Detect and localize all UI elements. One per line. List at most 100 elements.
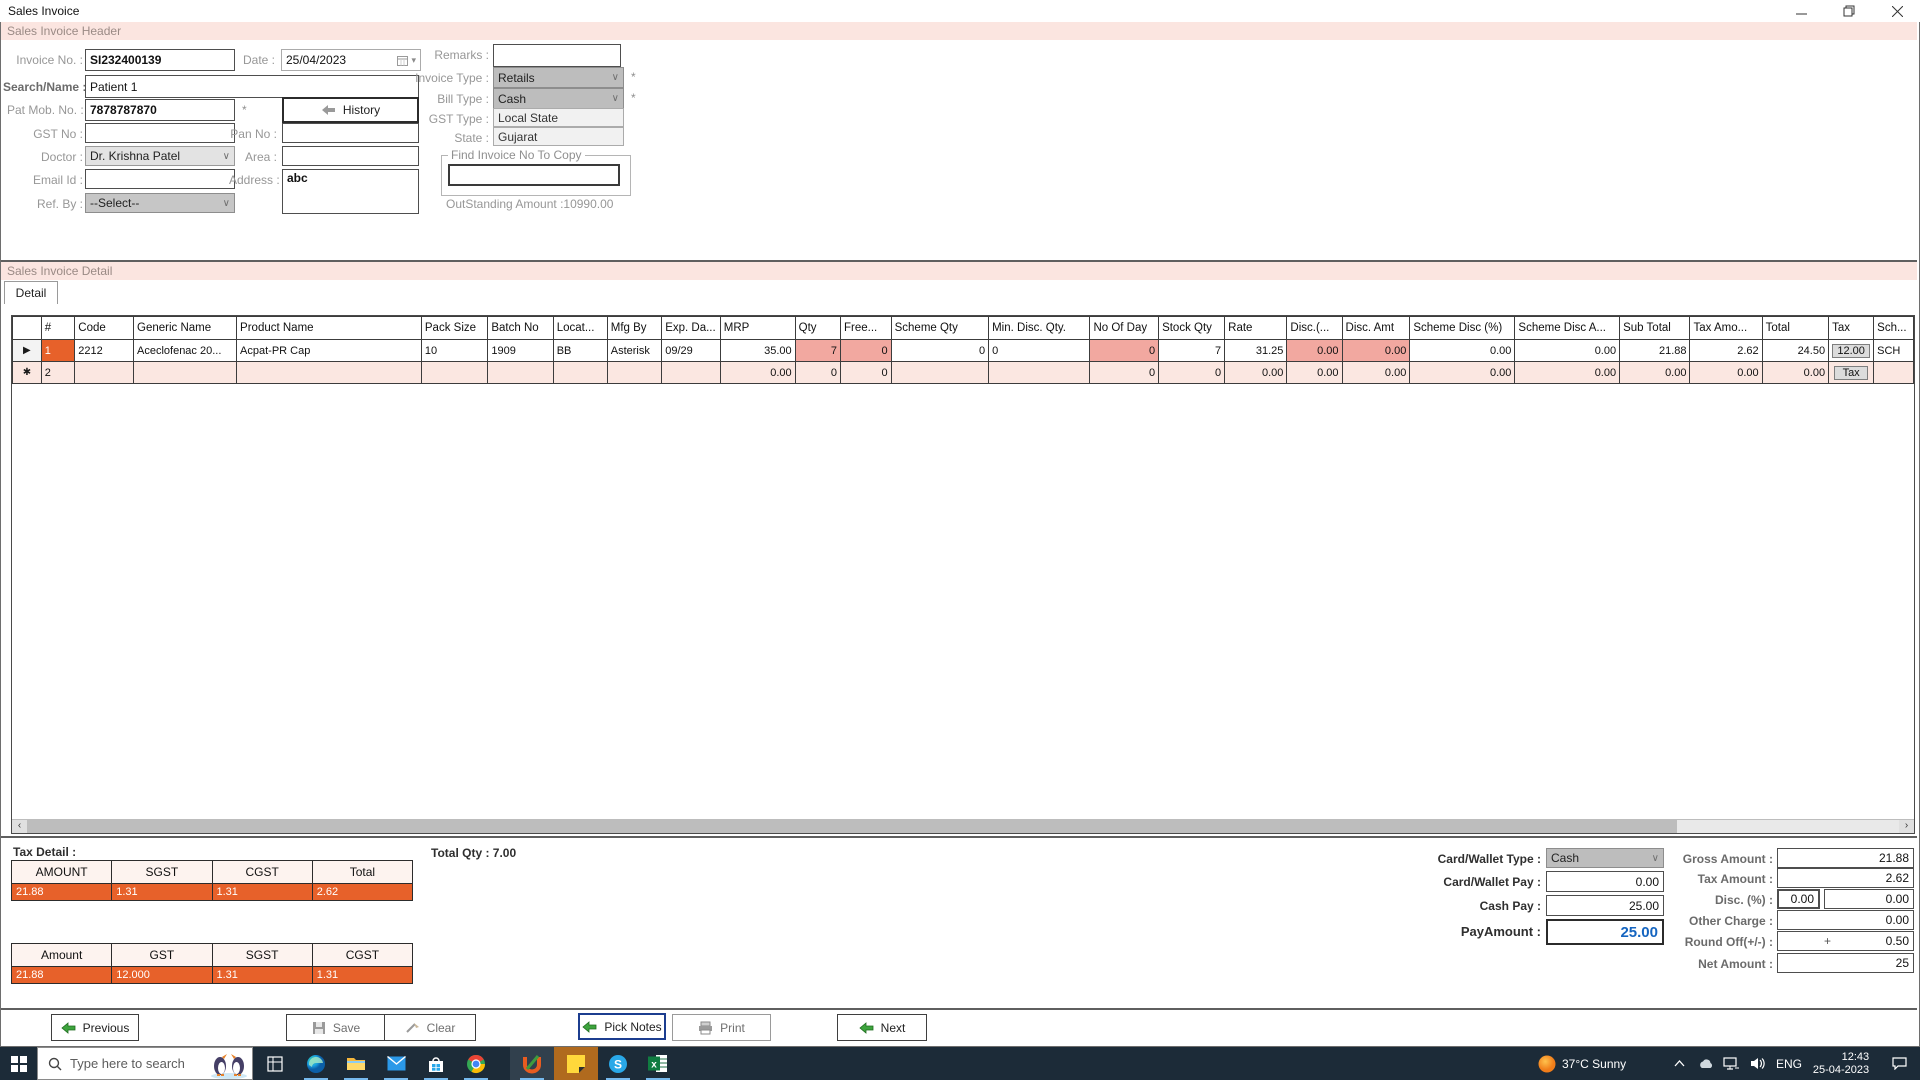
grid-column-header[interactable]: Sch... [1874, 317, 1914, 340]
grid-horizontal-scrollbar[interactable]: ‹ › [12, 819, 1914, 833]
taskbar-file-explorer[interactable] [336, 1047, 376, 1080]
minimize-button[interactable] [1778, 0, 1824, 22]
invoice-type-dropdown[interactable]: Retails∨ [493, 67, 624, 88]
grid-cell[interactable]: 35.00 [720, 340, 795, 362]
search-name-field[interactable] [85, 75, 419, 98]
gst-no-field[interactable] [85, 123, 235, 143]
taskbar-mail[interactable] [376, 1047, 416, 1080]
grid-column-header[interactable]: Qty [795, 317, 840, 340]
grid-column-header[interactable]: # [41, 317, 74, 340]
grid-cell[interactable]: 0.00 [1342, 362, 1410, 384]
grid-row-selector[interactable]: ▶ [13, 340, 42, 362]
bill-type-dropdown[interactable]: Cash∨ [493, 88, 624, 109]
grid-cell[interactable] [488, 362, 553, 384]
grid-cell[interactable]: 0 [841, 340, 892, 362]
grid-column-header[interactable]: Mfg By [607, 317, 661, 340]
history-button[interactable]: History [282, 97, 419, 123]
scroll-left-arrow[interactable]: ‹ [12, 820, 27, 833]
close-button[interactable] [1874, 0, 1920, 22]
save-button[interactable]: Save [286, 1014, 386, 1041]
grid-cell[interactable] [607, 362, 661, 384]
disc-amount-field[interactable] [1824, 889, 1914, 909]
grid-cell[interactable] [553, 362, 607, 384]
grid-cell[interactable]: 24.50 [1762, 340, 1828, 362]
next-button[interactable]: Next [837, 1014, 927, 1041]
grid-cell[interactable]: 7 [795, 340, 840, 362]
email-field[interactable] [85, 169, 235, 189]
grid-column-header[interactable]: No Of Day [1090, 317, 1159, 340]
remarks-field[interactable] [493, 44, 621, 67]
grid-cell[interactable] [1874, 362, 1914, 384]
pat-mob-field[interactable] [85, 99, 235, 121]
grid-column-header[interactable]: Generic Name [134, 317, 237, 340]
grid-column-header[interactable]: Total [1762, 317, 1828, 340]
tray-clock[interactable]: 12:4325-04-2023 [1808, 1047, 1874, 1080]
weather-icon[interactable] [1534, 1047, 1560, 1080]
taskbar-store[interactable] [416, 1047, 456, 1080]
grid-cell[interactable]: 0 [1159, 362, 1225, 384]
grid-cell[interactable]: 0 [891, 340, 988, 362]
taskbar-chrome[interactable] [456, 1047, 496, 1080]
scroll-right-arrow[interactable]: › [1899, 820, 1914, 833]
grid-cell[interactable]: 0.00 [1342, 340, 1410, 362]
grid-cell[interactable]: 0 [1090, 362, 1159, 384]
grid-cell[interactable]: 0.00 [1225, 362, 1287, 384]
tray-onedrive[interactable] [1694, 1047, 1718, 1080]
gross-amount-field[interactable] [1777, 848, 1914, 868]
weather-text[interactable]: 37°C Sunny [1562, 1047, 1654, 1080]
grid-column-header[interactable]: Disc.(... [1287, 317, 1342, 340]
grid-cell[interactable]: BB [553, 340, 607, 362]
grid-column-header[interactable]: Stock Qty [1159, 317, 1225, 340]
grid-cell[interactable]: 2 [41, 362, 74, 384]
grid-cell[interactable]: 12.00 [1829, 340, 1874, 362]
previous-button[interactable]: Previous [51, 1014, 139, 1041]
net-amount-field[interactable] [1777, 953, 1914, 973]
grid-cell[interactable]: 0.00 [1410, 340, 1515, 362]
grid-cell[interactable]: Aceclofenac 20... [134, 340, 237, 362]
grid-cell[interactable]: 0 [989, 340, 1090, 362]
grid-cell[interactable]: 7 [1159, 340, 1225, 362]
grid-cell[interactable]: 0.00 [1287, 362, 1342, 384]
grid-column-header[interactable]: Tax [1829, 317, 1874, 340]
grid-cell[interactable]: 0.00 [1410, 362, 1515, 384]
taskbar-search[interactable]: Type here to search [37, 1047, 253, 1080]
taskbar-skype[interactable]: S [598, 1047, 638, 1080]
grid-cell[interactable]: 09/29 [662, 340, 721, 362]
grid-column-header[interactable]: MRP [720, 317, 795, 340]
grid-cell[interactable] [891, 362, 988, 384]
address-field[interactable]: abc [282, 169, 419, 214]
taskbar-edge[interactable] [296, 1047, 336, 1080]
tax-amount-field[interactable] [1777, 868, 1914, 888]
other-charge-field[interactable] [1777, 910, 1914, 930]
tray-network[interactable] [1718, 1047, 1744, 1080]
taskbar-excel[interactable]: x [638, 1047, 678, 1080]
grid-cell[interactable] [75, 362, 134, 384]
grid-cell[interactable]: 0.00 [1620, 362, 1690, 384]
disc-percent-field[interactable] [1777, 889, 1820, 909]
grid-column-header[interactable]: Tax Amo... [1690, 317, 1762, 340]
grid-cell[interactable]: 0 [1090, 340, 1159, 362]
find-invoice-field[interactable] [448, 164, 620, 186]
grid-row-selector[interactable]: ✱ [13, 362, 42, 384]
start-button[interactable] [0, 1047, 37, 1080]
grid-column-header[interactable]: Scheme Disc A... [1515, 317, 1620, 340]
restore-button[interactable] [1826, 0, 1872, 22]
grid-cell[interactable]: 0.00 [1287, 340, 1342, 362]
task-view-button[interactable] [256, 1047, 294, 1080]
grid-cell[interactable] [237, 362, 422, 384]
taskbar-pharmacy-app[interactable] [510, 1047, 554, 1080]
pick-notes-button[interactable]: Pick Notes [578, 1013, 666, 1040]
date-picker[interactable]: 25/04/2023 ▾ [281, 49, 421, 71]
grid-cell[interactable]: 2212 [75, 340, 134, 362]
grid-cell[interactable] [662, 362, 721, 384]
grid-column-header[interactable]: Locat... [553, 317, 607, 340]
action-center-button[interactable] [1884, 1047, 1914, 1080]
grid-cell[interactable]: 0 [841, 362, 892, 384]
grid-cell[interactable]: SCH [1874, 340, 1914, 362]
grid-cell[interactable]: 21.88 [1620, 340, 1690, 362]
grid-cell[interactable]: 0.00 [720, 362, 795, 384]
grid-column-header[interactable]: Disc. Amt [1342, 317, 1410, 340]
grid-cell[interactable]: Asterisk [607, 340, 661, 362]
grid-column-header[interactable]: Scheme Disc (%) [1410, 317, 1515, 340]
grid-cell[interactable] [421, 362, 487, 384]
